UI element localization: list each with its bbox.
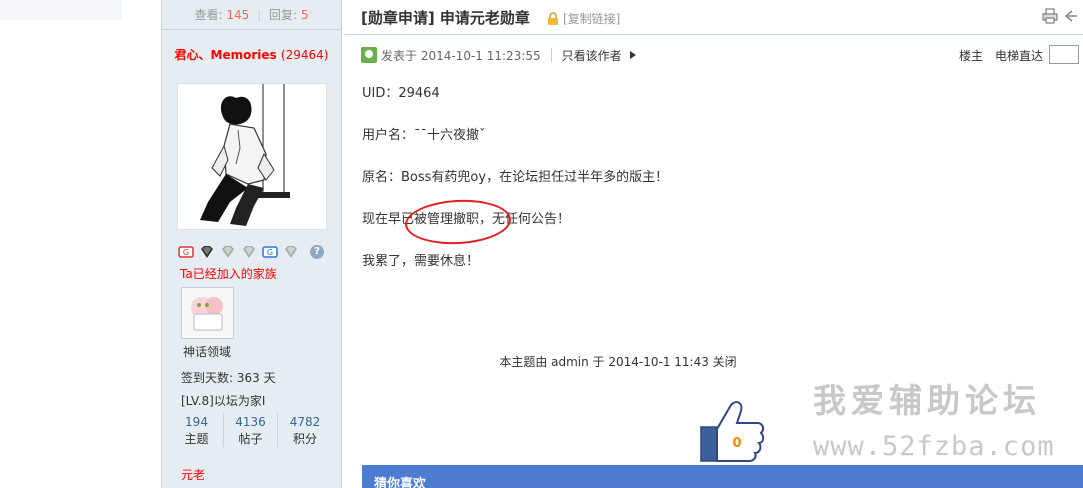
author-uid: (29464) [280,48,329,62]
count-label: 积分 [292,432,317,446]
forum-post-page: 查看: 145 | 回复: 5 君心、Memories (29464) G G … [0,0,1083,488]
count-value[interactable]: 194 [170,413,223,431]
count-points[interactable]: 4782 积分 [278,413,332,447]
thread-closed-note: 本主题由 admin 于 2014-10-1 11:43 关闭 [499,355,737,369]
family-badge-image [182,288,233,338]
help-icon[interactable]: ? [310,245,324,259]
count-value[interactable]: 4136 [224,413,277,431]
watermark-title: 我爱辅助论坛 [813,381,1041,420]
gutter-shade [0,0,122,20]
gray-diamond-icon[interactable] [283,245,299,259]
count-posts[interactable]: 4136 帖子 [224,413,278,447]
user-level: [LV.8]以坛为家I [181,394,266,408]
family-name[interactable]: 神话领域 [183,343,231,360]
thread-title[interactable]: [勋章申请] 申请元老勋章 [361,7,530,28]
gray-diamond-icon[interactable] [241,245,257,259]
like-button[interactable]: 0 [697,397,765,465]
post-line: UID：29464 [362,86,440,101]
author-sidebar: 查看: 145 | 回复: 5 君心、Memories (29464) G G … [161,0,342,488]
floor-label: 楼主 [959,49,984,63]
count-label: 主题 [184,432,209,446]
replies-count: 5 [300,8,309,22]
post-line: 用户名：ˉˉ十六夜撤ˇ [362,128,486,143]
replies-label: 回复: [268,8,298,22]
only-author-link[interactable]: 只看该作者 [562,47,622,64]
post-line: 原名：Boss有药兜oy，在论坛担任过半年多的版主！ [362,170,669,185]
arrow-right-icon [629,51,636,59]
post-meta: 发表于 2014-10-1 11:23:55 只看该作者 [361,44,636,66]
count-label: 帖子 [238,432,263,446]
blue-medal-icon[interactable]: G [262,245,278,259]
signin-days: 签到天数: 363 天 [181,371,276,385]
author-name[interactable]: 君心、Memories [175,48,277,62]
post-line: 我累了，需要休息！ [362,254,480,269]
lock-icon [548,12,558,25]
stats-divider: | [257,8,262,22]
meta-divider [550,48,552,62]
left-gutter [0,0,161,488]
user-rank: 元老 [181,468,206,482]
thread-title-bar: [勋章申请] 申请元老勋章 [复制链接] [343,0,1083,35]
user-counts: 194 主题 4136 帖子 4782 积分 [170,413,332,447]
recommend-bar: 猜你喜欢 [362,465,1083,488]
medal-row: G G ? [178,245,324,259]
family-badge[interactable] [181,287,234,339]
jump-to-floor-label: 电梯直达 [995,49,1044,63]
svg-text:G: G [267,248,273,257]
gray-diamond-icon[interactable] [220,245,236,259]
return-icon[interactable] [1062,8,1078,24]
svg-text:G: G [183,248,189,257]
like-count: 0 [732,436,741,451]
count-threads[interactable]: 194 主题 [170,413,224,447]
recommend-title: 猜你喜欢 [374,477,427,488]
family-heading: Ta已经加入的家族 [180,267,277,281]
copy-link[interactable]: [复制链接] [563,10,620,27]
thread-stats: 查看: 145 | 回复: 5 [162,0,341,30]
jump-to-floor-input[interactable] [1049,45,1079,64]
post-main: [勋章申请] 申请元老勋章 [复制链接] 发表于 2014-10-1 11:23… [343,0,1083,488]
red-medal-icon[interactable]: G [178,245,194,259]
black-diamond-icon[interactable] [199,245,215,259]
print-icon[interactable] [1042,8,1058,24]
views-label: 查看: [194,8,223,22]
post-time: 发表于 2014-10-1 11:23:55 [381,48,541,63]
post-body: UID：29464 用户名：ˉˉ十六夜撤ˇ 原名：Boss有药兜oy，在论坛担任… [362,86,668,296]
author-name-line: 君心、Memories (29464) [162,46,341,63]
online-status-icon [361,47,377,63]
views-count: 145 [226,8,250,22]
watermark-url: www.52fzba.com [813,431,1055,462]
avatar[interactable] [177,83,327,230]
avatar-image [178,84,326,229]
count-value[interactable]: 4782 [278,413,332,431]
